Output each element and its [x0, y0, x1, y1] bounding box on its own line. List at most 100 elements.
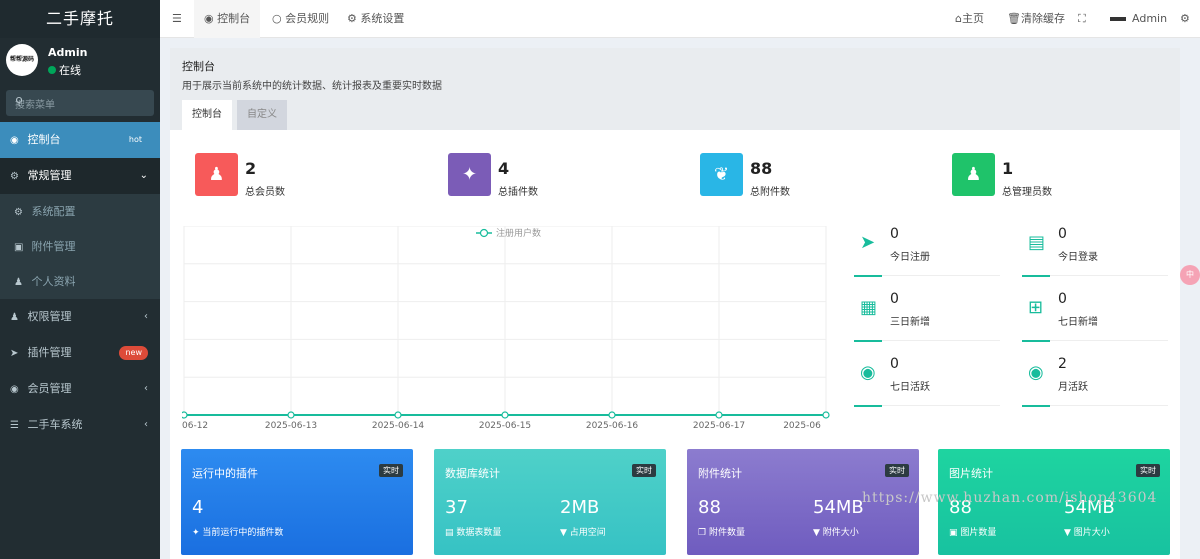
mini-stat-today-register: ➤ 0 今日注册	[854, 226, 1000, 277]
chevron-left-icon: ‹	[144, 311, 148, 322]
card-sub-label: 占用空间	[569, 528, 606, 538]
sidebar-item-label: 个人资料	[31, 275, 76, 288]
search-icon[interactable]: ⚲	[15, 95, 146, 108]
mini-label: 七日活跃	[890, 382, 930, 393]
mini-value: 0	[890, 291, 899, 307]
card-sub: ▣ 图片数量	[949, 525, 996, 538]
cogs-icon: ⚙	[347, 12, 361, 25]
sidebar-item-label: 插件管理	[27, 346, 72, 359]
page-description: 用于展示当前系统中的统计数据、统计报表及重要实时数据	[182, 81, 442, 92]
trash-icon: 🗑	[1007, 12, 1021, 25]
user-circle-icon: ◉	[860, 362, 876, 383]
floating-widget-icon[interactable]: 中	[1180, 265, 1200, 285]
avatar-small	[1110, 17, 1126, 21]
dashboard-icon: ◉	[10, 135, 19, 146]
card-value: 37	[445, 497, 468, 518]
sidebar-item-config[interactable]: ⚙ 系统配置	[0, 194, 160, 229]
database-icon: ▤	[445, 528, 457, 538]
rocket-icon: ➤	[10, 348, 19, 359]
x-tick-label: 06-12	[182, 421, 208, 431]
card-sub-label: 图片大小	[1073, 528, 1110, 538]
data-point	[715, 411, 723, 419]
card-sub-2: ▼ 附件大小	[813, 525, 859, 538]
menu-search-input[interactable]: 搜索菜单 ⚲	[6, 90, 154, 116]
user-icon: ♟	[952, 153, 995, 196]
sidebar-item-label: 附件管理	[31, 240, 76, 253]
sidebar-menu: ◉ 控制台 hot ⚙ 常规管理 ⌄ ⚙ 系统配置 ▣ 附件管理 ♟ 个人资料 …	[0, 122, 160, 443]
filter-icon: ▼	[1064, 528, 1074, 538]
clear-cache-button[interactable]: 🗑清除缓存	[1007, 0, 1065, 38]
data-point	[822, 411, 830, 419]
sidebar-item-dashboard[interactable]: ◉ 控制台 hot	[0, 122, 160, 158]
circle-icon: ○	[272, 12, 286, 25]
menu-toggle-icon[interactable]: ☰	[172, 0, 182, 38]
mini-value: 2	[1058, 356, 1067, 372]
sidebar-item-general[interactable]: ⚙ 常规管理 ⌄	[0, 158, 160, 194]
app-logo[interactable]: 二手摩托	[0, 0, 160, 38]
image-icon: ▣	[14, 242, 24, 253]
divider	[854, 340, 1000, 342]
sidebar-item-member[interactable]: ◉ 会员管理 ‹	[0, 371, 160, 407]
mini-value: 0	[890, 226, 899, 242]
mini-value: 0	[1058, 291, 1067, 307]
card-sub-label: 附件大小	[822, 528, 859, 538]
sidebar-item-addon[interactable]: ➤ 插件管理 new	[0, 335, 160, 371]
sidebar-item-auth[interactable]: ♟ 权限管理 ‹	[0, 299, 160, 335]
user-circle-icon: ◉	[1028, 362, 1044, 383]
data-point	[182, 411, 188, 419]
sidebar-item-attachment[interactable]: ▣ 附件管理	[0, 229, 160, 264]
admin-menu[interactable]: Admin	[1110, 0, 1167, 38]
realtime-tag: 实时	[885, 464, 909, 477]
tab-member-rule[interactable]: ○ 会员规则	[272, 0, 329, 38]
tab-dashboard[interactable]: ◉ 控制台	[194, 0, 261, 38]
card-sub: ❐ 附件数量	[698, 525, 745, 538]
watermark: https://www.huzhan.com/ishop43604	[862, 490, 1158, 506]
settings-icon[interactable]: ⚙	[1180, 0, 1190, 38]
card-sub: ✦ 当前运行中的插件数	[192, 525, 283, 538]
tab-dashboard-panel[interactable]: 控制台	[182, 100, 232, 130]
user-panel: 帮帮源码 Admin 在线	[0, 38, 160, 86]
tab-system-settings[interactable]: ⚙ 系统设置	[347, 0, 404, 38]
tab-custom[interactable]: 自定义	[237, 100, 287, 130]
mini-stat-seven-day: ⊞ 0 七日新增	[1022, 291, 1168, 342]
home-link[interactable]: ⌂主页	[955, 0, 984, 38]
data-point	[287, 411, 295, 419]
card-title: 数据库统计	[445, 467, 500, 480]
sidebar-item-car[interactable]: ☰ 二手车系统 ‹	[0, 407, 160, 443]
mini-stat-three-day: ▦ 0 三日新增	[854, 291, 1000, 342]
stat-label: 总管理员数	[1002, 187, 1052, 198]
stat-value: 4	[498, 159, 510, 178]
mini-label: 三日新增	[890, 317, 930, 328]
stat-value: 1	[1002, 159, 1014, 178]
leaf-icon: ❦	[700, 153, 743, 196]
rocket-icon: ➤	[860, 232, 876, 253]
main-content: 控制台 用于展示当前系统中的统计数据、统计报表及重要实时数据 控制台 自定义 ♟…	[170, 48, 1180, 559]
divider	[854, 405, 1000, 407]
calendar-icon: ▦	[860, 297, 878, 318]
avatar[interactable]: 帮帮源码	[6, 44, 38, 76]
realtime-tag: 实时	[379, 464, 403, 477]
home-label: 主页	[961, 12, 984, 25]
sidebar: 二手摩托 帮帮源码 Admin 在线 搜索菜单 ⚲ ◉ 控制台 hot ⚙ 常规…	[0, 0, 160, 559]
stat-label: 总附件数	[750, 187, 790, 198]
card-database: 数据库统计 实时 37 2MB ▤ 数据表数量 ▼ 占用空间	[434, 449, 666, 555]
tab-label: 会员规则	[285, 12, 330, 25]
calendar-plus-icon: ⊞	[1028, 297, 1044, 318]
sidebar-item-label: 常规管理	[27, 169, 72, 182]
card-value: 4	[192, 497, 204, 518]
card-sub-2: ▼ 占用空间	[560, 525, 606, 538]
card-title: 附件统计	[698, 467, 742, 480]
card-sub-label: 数据表数量	[456, 528, 502, 538]
gear-icon: ⚙	[14, 207, 23, 218]
magic-icon: ✦	[192, 528, 203, 538]
stat-addons: ✦ 4 总插件数	[448, 153, 648, 198]
mini-label: 今日注册	[890, 252, 930, 263]
realtime-tag: 实时	[632, 464, 656, 477]
tab-label: 控制台	[217, 12, 251, 25]
card-value: 88	[698, 497, 721, 518]
mini-label: 月活跃	[1058, 382, 1088, 393]
online-dot-icon	[48, 66, 56, 74]
sidebar-item-profile[interactable]: ♟ 个人资料	[0, 264, 160, 299]
fullscreen-icon[interactable]: ⛶	[1078, 0, 1086, 38]
card-value-2: 54MB	[813, 497, 864, 518]
